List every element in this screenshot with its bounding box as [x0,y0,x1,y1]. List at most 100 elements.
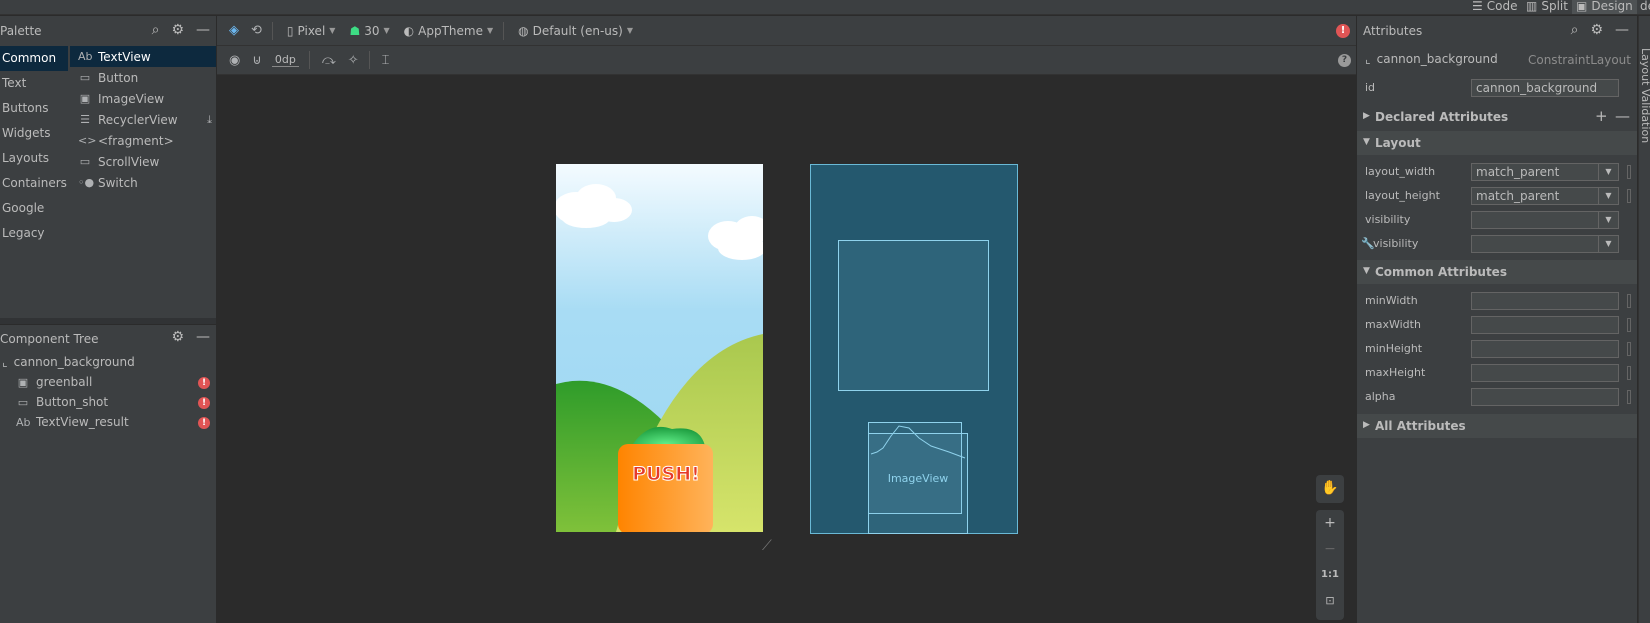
gear-icon[interactable]: ⚙ [1590,23,1603,37]
palette-panel: Palette ⌕ ⚙ — Common Text Buttons Widget… [0,16,216,318]
gear-icon[interactable]: ⚙ [171,330,184,344]
widget-scrollview[interactable]: ▭ ScrollView [70,151,216,172]
remove-attribute-icon[interactable]: — [1615,107,1630,125]
default-margin-field[interactable]: 0dp [271,53,299,67]
minimize-icon[interactable]: — [196,330,210,344]
theme-selector[interactable]: ◐ AppTheme ▼ [404,24,493,38]
category-layouts[interactable]: Layouts [0,146,68,171]
all-attributes-section[interactable]: ▶ All Attributes [1357,414,1637,438]
category-common[interactable]: Common [0,46,68,71]
clear-constraints-icon[interactable]: ⤼ [322,53,336,68]
design-mode-button[interactable]: ▣ Design [1572,0,1637,14]
category-legacy[interactable]: Legacy [0,221,68,246]
help-icon[interactable]: ? [1338,54,1351,67]
search-icon[interactable]: ⌕ [152,23,160,37]
magnet-icon[interactable]: ⊍ [252,53,262,68]
attr-side-handle [1627,318,1631,332]
eye-icon[interactable]: ◉ [229,53,240,68]
tools-visibility-dropdown[interactable]: ▼ [1471,235,1619,253]
widget-button[interactable]: ▭ Button [70,67,216,88]
resize-handle[interactable]: ⟋ [762,538,780,556]
textview-icon: Ab [16,415,31,429]
minimize-icon[interactable]: — [1615,23,1629,37]
design-toolbar: ◈ ⟲ ▯ Pixel ▼ ☗ 30 ▼ ◐ AppTheme ▼ ◍ Defa… [217,16,1356,46]
widget-textview[interactable]: Ab TextView [70,46,216,67]
component-tree-header: Component Tree ⚙ — [0,325,216,351]
image-icon: ▣ [79,92,91,105]
widget-imageview[interactable]: ▣ ImageView [70,88,216,109]
panel-splitter[interactable] [0,318,216,324]
widget-recyclerview[interactable]: ☰ RecyclerView ⤓ [70,109,216,130]
constraint-layout-icon: ⌞ [2,355,8,369]
layers-icon[interactable]: ◈ [229,23,239,38]
visibility-dropdown[interactable]: ▼ [1471,211,1619,229]
infer-constraints-icon[interactable]: ✧ [348,53,359,68]
category-buttons[interactable]: Buttons [0,96,68,121]
expand-triangle-icon: ▶ [1363,111,1370,121]
design-preview[interactable]: PUSH! [556,164,763,532]
orientation-icon[interactable]: ⟲ [251,23,262,38]
max-width-field[interactable] [1471,316,1619,334]
alpha-field[interactable] [1471,388,1619,406]
category-widgets[interactable]: Widgets [0,121,68,146]
error-icon[interactable]: ! [198,417,210,429]
widget-switch[interactable]: ◦● Switch [70,172,216,193]
attributes-header: Attributes ⌕ ⚙ — [1357,16,1637,46]
blueprint-greenball[interactable] [838,240,989,391]
guidelines-icon[interactable]: ⌶ [382,53,390,68]
category-text[interactable]: Text [0,71,68,96]
zoom-actual-size-button[interactable]: 1:1 [1321,562,1339,588]
download-icon[interactable]: ⤓ [207,113,212,127]
blueprint-view[interactable]: ImageView [810,164,1018,534]
min-width-field[interactable] [1471,292,1619,310]
error-indicator-icon[interactable]: ! [1336,24,1350,38]
layout-validation-tab[interactable]: Layout Validation [1639,48,1650,143]
tree-item-greenball[interactable]: ▣ greenball [16,375,212,389]
theme-icon: ◐ [403,23,415,38]
constraint-layout-icon: ⌞ [1365,52,1371,66]
minimize-icon[interactable]: — [196,23,210,37]
locale-selector[interactable]: ◍ Default (en-us) ▼ [518,24,633,38]
api-selector[interactable]: ☗ 30 ▼ [349,24,389,38]
error-icon[interactable]: ! [198,377,210,389]
image-icon: ▣ [17,375,29,389]
list-icon: ☰ [80,113,90,126]
max-height-field[interactable] [1471,364,1619,382]
layout-width-dropdown[interactable]: match_parent ▼ [1471,163,1619,181]
collapse-triangle-icon: ▼ [1363,266,1370,276]
add-attribute-icon[interactable]: + [1595,107,1608,125]
id-field[interactable]: cannon_background [1471,79,1619,97]
split-mode-button[interactable]: ▥ Split [1522,0,1572,14]
id-row: id cannon_background [1357,77,1637,99]
push-label: PUSH! [632,463,700,485]
textview-icon: Ab [78,50,93,63]
layout-section[interactable]: ▼ Layout [1357,131,1637,155]
tree-item-textview-result[interactable]: Ab TextView_result [16,415,129,429]
gear-icon[interactable]: ⚙ [171,23,184,37]
device-selector[interactable]: ▯ Pixel ▼ [287,24,336,38]
zoom-out-icon[interactable]: − [1324,536,1336,562]
palette-header: Palette ⌕ ⚙ — [0,16,216,46]
max-height-row: maxHeight [1357,362,1637,384]
blueprint-imageview[interactable]: ImageView [868,425,968,534]
declared-attributes-section[interactable]: ▶ Declared Attributes + — [1357,105,1637,129]
tree-item-root[interactable]: ⌞ cannon_background [2,355,135,369]
widget-fragment[interactable]: <> <fragment> [70,130,216,151]
category-google[interactable]: Google [0,196,68,221]
layout-height-dropdown[interactable]: match_parent ▼ [1471,187,1619,205]
component-tree-title: Component Tree [0,332,99,346]
zoom-in-icon[interactable]: + [1324,510,1336,536]
error-icon[interactable]: ! [198,397,210,409]
search-icon[interactable]: ⌕ [1571,23,1579,37]
code-mode-button[interactable]: ☰ Code [1468,0,1522,14]
common-attributes-section[interactable]: ▼ Common Attributes [1357,260,1637,284]
design-icon: ▣ [1576,0,1588,13]
category-containers[interactable]: Containers [0,171,68,196]
tree-item-button-shot[interactable]: ▭ Button_shot [16,395,108,409]
attributes-panel: Attributes ⌕ ⚙ — ⌞ cannon_background Con… [1357,16,1637,623]
zoom-to-fit-icon[interactable]: ⊡ [1325,588,1334,614]
toolbar-separator [503,21,505,40]
hand-icon[interactable]: ✋ [1321,475,1338,501]
chevron-down-icon: ▼ [626,26,633,35]
min-height-field[interactable] [1471,340,1619,358]
